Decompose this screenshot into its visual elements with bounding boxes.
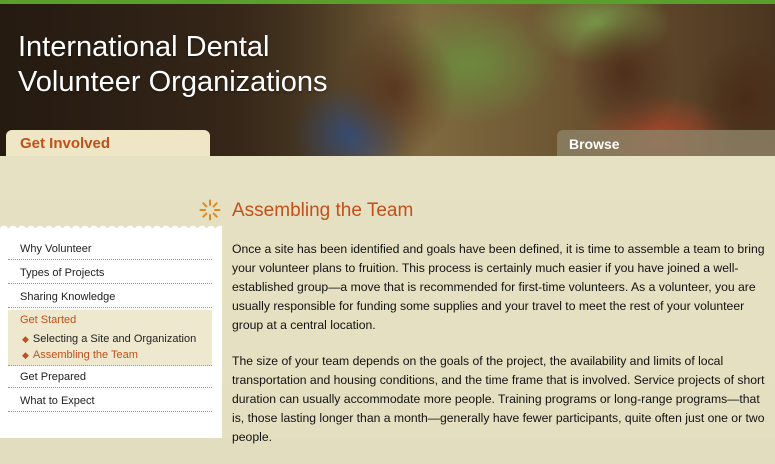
site-title[interactable]: International Dental Volunteer Organizat… [18, 30, 438, 100]
diamond-bullet-icon: ◆ [22, 350, 29, 360]
site-title-line-2: Volunteer Organizations [18, 66, 328, 98]
sidebar-item-sharing-knowledge[interactable]: Sharing Knowledge [8, 286, 212, 308]
site-title-line-1: International Dental [18, 31, 270, 63]
sidebar-item-why-volunteer[interactable]: Why Volunteer [8, 238, 212, 260]
sidebar-item-types-of-projects[interactable]: Types of Projects [8, 262, 212, 284]
tab-browse[interactable]: Browse [557, 130, 775, 156]
article-body: Once a site has been identified and goal… [232, 240, 767, 464]
sidebar-subitem-label: Assembling the Team [32, 349, 138, 361]
paragraph-2: The size of your team depends on the goa… [232, 354, 765, 444]
diamond-bullet-icon: ◆ [22, 334, 29, 344]
sidebar-item-get-started[interactable]: Get Started [20, 314, 76, 326]
page-title: Assembling the Team [232, 200, 414, 221]
sidebar-subitem-selecting-site[interactable]: ◆ Selecting a Site and Organization [22, 332, 196, 346]
sidebar-item-what-to-expect[interactable]: What to Expect [8, 390, 212, 412]
paragraph-1: Once a site has been identified and goal… [232, 242, 765, 332]
sidebar-subitem-label: Selecting a Site and Organization [32, 333, 197, 345]
sidebar-item-get-prepared[interactable]: Get Prepared [8, 366, 212, 388]
tab-get-involved[interactable]: Get Involved [6, 130, 210, 156]
sun-burst-icon [199, 199, 221, 221]
sidebar-subitem-assembling-team[interactable]: ◆ Assembling the Team [22, 348, 138, 362]
